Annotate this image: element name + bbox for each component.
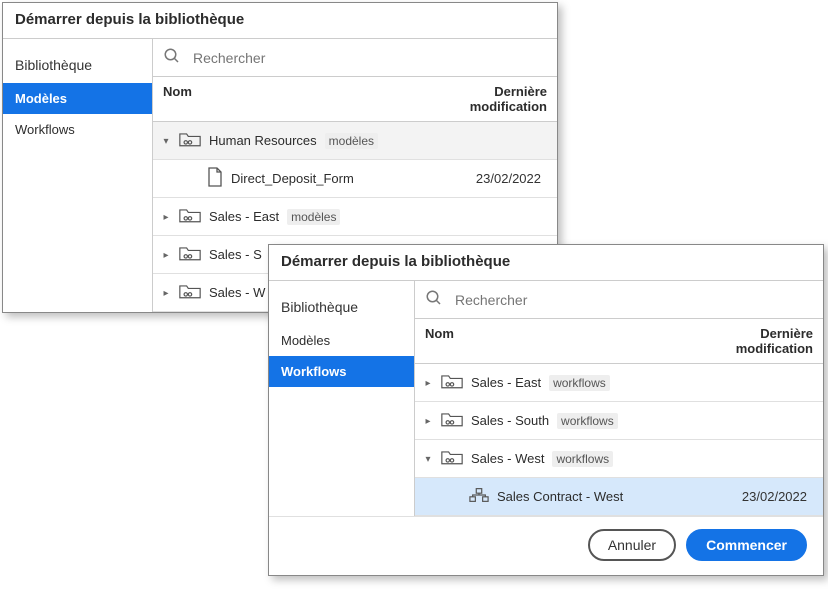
chevron-right-icon[interactable]: ▸ (161, 250, 171, 260)
start-button[interactable]: Commencer (686, 529, 807, 561)
search-icon (163, 47, 181, 68)
folder-label: Sales - W (209, 285, 265, 300)
folder-label: Human Resources (209, 133, 317, 148)
folder-shared-icon (441, 448, 463, 469)
folder-shared-icon (441, 372, 463, 393)
dialog-footer: Annuler Commencer (269, 516, 823, 575)
col-name[interactable]: Nom (415, 319, 673, 363)
folder-label: Sales - East (471, 375, 541, 390)
dialog-body: Bibliothèque Modèles Workflows Nom Derni… (269, 280, 823, 516)
sidebar: Bibliothèque Modèles Workflows (3, 39, 153, 312)
chevron-down-icon[interactable]: ▾ (423, 454, 433, 464)
chevron-right-icon[interactable]: ▸ (161, 212, 171, 222)
sidebar-heading: Bibliothèque (3, 47, 152, 83)
col-modified[interactable]: Dernière modification (407, 77, 557, 121)
workflow-row-sales-contract-west[interactable]: Sales Contract - West 23/02/2022 (415, 478, 823, 516)
main-area: Nom Dernière modification ▸ Sales - East… (415, 281, 823, 516)
sidebar-item-workflows[interactable]: Workflows (3, 114, 152, 145)
chevron-right-icon[interactable]: ▸ (423, 416, 433, 426)
cell-date: 23/02/2022 (675, 489, 815, 504)
sidebar-item-label: Modèles (281, 333, 330, 348)
folder-suffix: workflows (552, 451, 613, 467)
sidebar-item-label: Modèles (15, 91, 67, 106)
folder-row-hr[interactable]: ▾ Human Resources modèles (153, 122, 557, 160)
chevron-right-icon[interactable]: ▸ (423, 378, 433, 388)
search-icon (425, 289, 443, 310)
spacer (189, 174, 199, 184)
chevron-down-icon[interactable]: ▾ (161, 136, 171, 146)
folder-shared-icon (179, 244, 201, 265)
sidebar-item-models[interactable]: Modèles (3, 83, 152, 114)
dialog-title: Démarrer depuis la bibliothèque (269, 245, 823, 280)
chevron-right-icon[interactable]: ▸ (161, 288, 171, 298)
cancel-button[interactable]: Annuler (588, 529, 676, 561)
cell-date: 23/02/2022 (409, 171, 549, 186)
folder-shared-icon (441, 410, 463, 431)
column-headers: Nom Dernière modification (153, 76, 557, 122)
folder-shared-icon (179, 206, 201, 227)
sidebar-item-workflows[interactable]: Workflows (269, 356, 414, 387)
sidebar-item-label: Workflows (281, 364, 347, 379)
sidebar-item-label: Workflows (15, 122, 75, 137)
sidebar-heading: Bibliothèque (269, 289, 414, 325)
file-row-direct-deposit[interactable]: Direct_Deposit_Form 23/02/2022 (153, 160, 557, 198)
col-modified[interactable]: Dernière modification (673, 319, 823, 363)
workflow-icon (469, 487, 489, 506)
search-row (153, 39, 557, 76)
dialog-title: Démarrer depuis la bibliothèque (3, 3, 557, 38)
search-input[interactable] (453, 291, 813, 309)
library-dialog-workflows: Démarrer depuis la bibliothèque Biblioth… (268, 244, 824, 576)
search-input[interactable] (191, 49, 547, 67)
folder-label: Sales - South (471, 413, 549, 428)
search-row (415, 281, 823, 318)
folder-label: Sales - West (471, 451, 544, 466)
folder-label: Sales - S (209, 247, 262, 262)
folder-shared-icon (179, 282, 201, 303)
sidebar-item-models[interactable]: Modèles (269, 325, 414, 356)
document-icon (207, 167, 223, 190)
file-label: Direct_Deposit_Form (231, 171, 354, 186)
workflow-label: Sales Contract - West (497, 489, 623, 504)
col-name[interactable]: Nom (153, 77, 407, 121)
folder-row-sales-south[interactable]: ▸ Sales - South workflows (415, 402, 823, 440)
folder-row-sales-west[interactable]: ▾ Sales - West workflows (415, 440, 823, 478)
folder-row-sales-east[interactable]: ▸ Sales - East modèles (153, 198, 557, 236)
spacer (451, 492, 461, 502)
folder-suffix: workflows (549, 375, 610, 391)
folder-shared-icon (179, 130, 201, 151)
folder-suffix: modèles (325, 133, 378, 149)
folder-suffix: modèles (287, 209, 340, 225)
sidebar: Bibliothèque Modèles Workflows (269, 281, 415, 516)
folder-suffix: workflows (557, 413, 618, 429)
folder-label: Sales - East (209, 209, 279, 224)
column-headers: Nom Dernière modification (415, 318, 823, 364)
folder-row-sales-east[interactable]: ▸ Sales - East workflows (415, 364, 823, 402)
